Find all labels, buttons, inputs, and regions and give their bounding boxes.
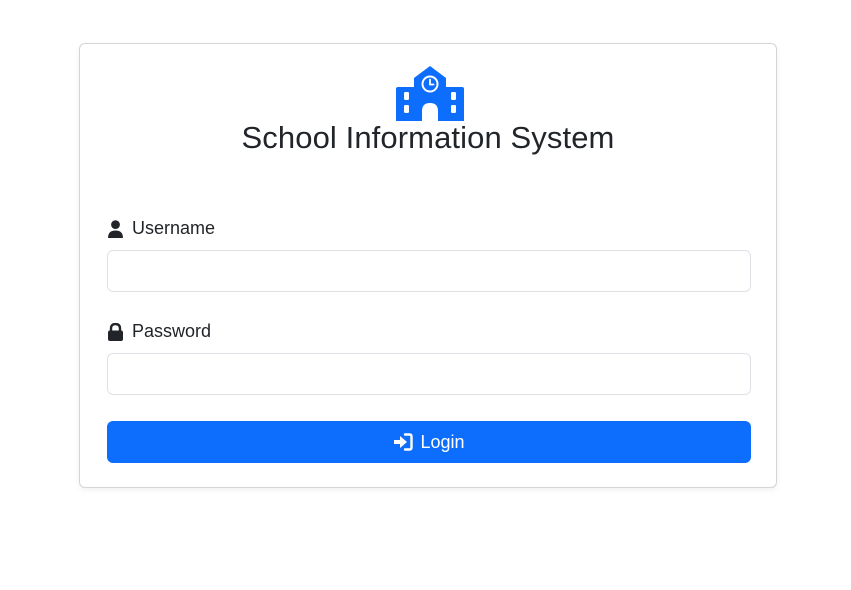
username-label-text: Username	[132, 218, 216, 238]
sign-in-icon	[394, 433, 414, 451]
username-input[interactable]	[107, 250, 751, 292]
page-title: School Information System	[241, 120, 615, 155]
school-icon	[396, 66, 464, 121]
login-button[interactable]: Login	[107, 421, 751, 463]
password-label-text: Password	[132, 321, 212, 341]
login-card: School Information System Username Passw…	[79, 43, 777, 488]
username-label: Username	[107, 218, 215, 239]
user-icon	[108, 219, 123, 238]
login-button-label: Login	[420, 431, 465, 452]
lock-icon	[108, 322, 123, 341]
password-label: Password	[107, 321, 211, 342]
password-input[interactable]	[107, 353, 751, 395]
